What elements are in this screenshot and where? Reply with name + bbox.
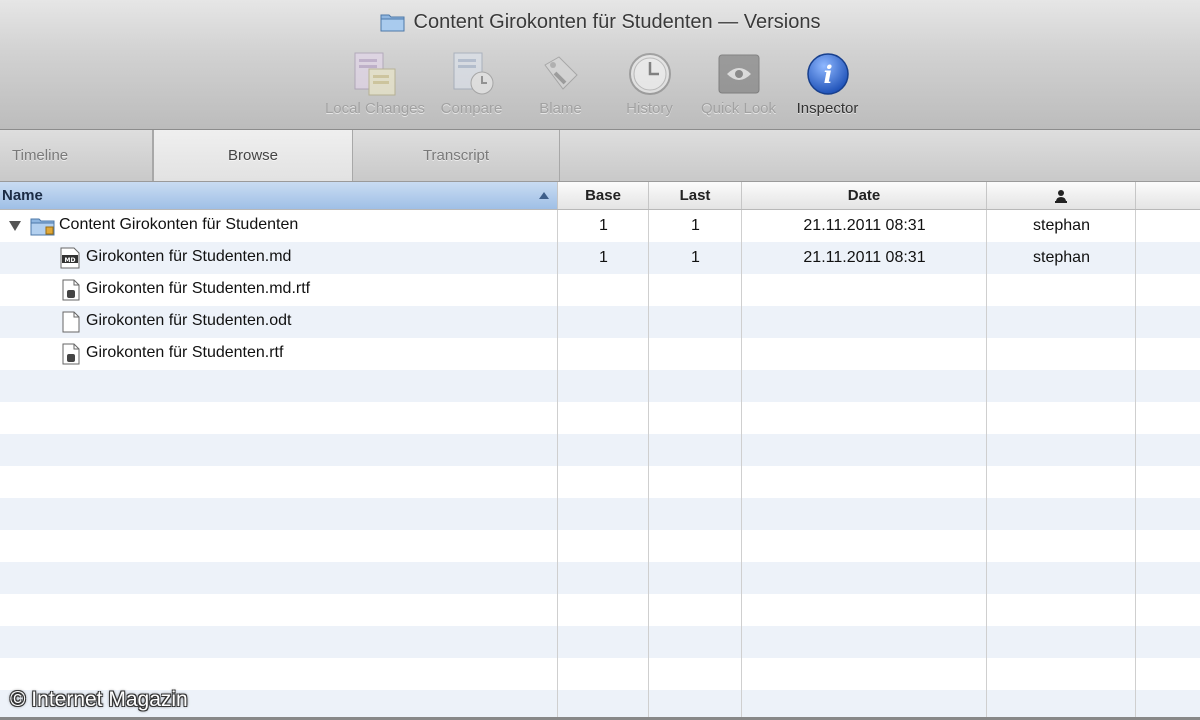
inspector-label: Inspector	[796, 100, 859, 117]
window-toolbar: Content Girokonten für Studenten — Versi…	[0, 0, 1200, 130]
sort-ascending-icon	[539, 192, 549, 199]
last-cell: 1	[691, 249, 700, 266]
document-file-icon	[62, 311, 80, 333]
history-label: History	[626, 100, 673, 117]
table-row[interactable]: MD Girokonten für Studenten.md 1 1 21.11…	[0, 242, 1200, 274]
disclosure-triangle-expanded-icon[interactable]	[9, 221, 21, 231]
folder-icon	[30, 218, 55, 236]
table-header: Name Base Last Date	[0, 182, 1200, 210]
local-changes-icon	[354, 52, 396, 96]
user-cell: stephan	[1033, 217, 1090, 234]
title-bar: Content Girokonten für Studenten — Versi…	[0, 8, 1200, 36]
empty-row	[0, 370, 1200, 402]
rtf-file-icon	[62, 343, 80, 365]
name-cell: Girokonten für Studenten.rtf	[0, 338, 558, 370]
column-header-name[interactable]: Name	[0, 182, 558, 209]
name-cell: Girokonten für Studenten.odt	[0, 306, 558, 338]
date-cell: 21.11.2011 08:31	[803, 217, 926, 234]
column-header-date[interactable]: Date	[742, 182, 987, 209]
base-cell: 1	[599, 249, 608, 266]
empty-row	[0, 658, 1200, 690]
row-name: Girokonten für Studenten.rtf	[86, 344, 284, 361]
local-changes-label: Local Changes	[324, 100, 426, 117]
view-tab-bar: Timeline Browse Transcript	[0, 130, 1200, 182]
date-cell: 21.11.2011 08:31	[803, 249, 926, 266]
compare-icon	[453, 52, 493, 95]
info-icon: i	[806, 53, 849, 95]
person-icon	[1055, 189, 1067, 203]
blame-icon	[543, 56, 578, 90]
quick-look-eye-icon	[718, 54, 759, 94]
row-name: Girokonten für Studenten.odt	[86, 312, 292, 329]
column-header-base[interactable]: Base	[558, 182, 649, 209]
folder-icon	[380, 14, 405, 32]
empty-row	[0, 498, 1200, 530]
svg-text:i: i	[823, 60, 832, 89]
empty-row	[0, 466, 1200, 498]
table-row[interactable]: Girokonten für Studenten.rtf	[0, 338, 1200, 370]
tab-transcript[interactable]: Transcript	[353, 130, 560, 181]
column-header-user[interactable]	[987, 182, 1136, 209]
empty-row	[0, 626, 1200, 658]
name-cell: MD Girokonten für Studenten.md	[0, 242, 558, 274]
name-cell: Content Girokonten für Studenten	[0, 210, 558, 242]
tab-timeline[interactable]: Timeline	[0, 130, 153, 181]
table-row[interactable]: Content Girokonten für Studenten 1 1 21.…	[0, 210, 1200, 242]
table-row[interactable]: Girokonten für Studenten.md.rtf	[0, 274, 1200, 306]
user-cell: stephan	[1033, 249, 1090, 266]
table-row[interactable]: Girokonten für Studenten.odt	[0, 306, 1200, 338]
empty-row	[0, 562, 1200, 594]
column-divider	[986, 210, 987, 720]
markdown-file-icon: MD	[60, 247, 80, 269]
base-cell: 1	[599, 217, 608, 234]
tab-browse[interactable]: Browse	[153, 130, 353, 181]
row-name: Content Girokonten für Studenten	[59, 216, 299, 233]
svg-text:MD: MD	[65, 257, 76, 264]
column-divider	[1135, 210, 1136, 720]
row-name: Girokonten für Studenten.md.rtf	[86, 280, 311, 297]
toolbar: Local Changes Compare Blame History Quic…	[325, 50, 865, 124]
copyright-watermark: © Internet Magazin	[10, 688, 188, 711]
blame-label: Blame	[539, 100, 582, 117]
history-clock-icon	[628, 53, 671, 95]
row-name: Girokonten für Studenten.md	[86, 248, 292, 265]
file-browser-table: Name Base Last Date Content Girokonten f…	[0, 182, 1200, 720]
compare-label: Compare	[440, 100, 503, 117]
quick-look-label: Quick Look	[700, 100, 777, 117]
name-cell: Girokonten für Studenten.md.rtf	[0, 274, 558, 306]
column-header-name-label: Name	[2, 187, 43, 204]
column-header-last[interactable]: Last	[649, 182, 742, 209]
empty-row	[0, 434, 1200, 466]
column-divider	[741, 210, 742, 720]
inspector-button[interactable]: i Inspector	[770, 50, 885, 124]
empty-row	[0, 402, 1200, 434]
column-header-empty	[1136, 182, 1200, 209]
last-cell: 1	[691, 217, 700, 234]
window-title: Content Girokonten für Studenten — Versi…	[413, 10, 821, 33]
empty-row	[0, 530, 1200, 562]
empty-row	[0, 594, 1200, 626]
column-divider	[557, 210, 558, 720]
column-divider	[648, 210, 649, 720]
rtf-file-icon	[62, 279, 80, 301]
